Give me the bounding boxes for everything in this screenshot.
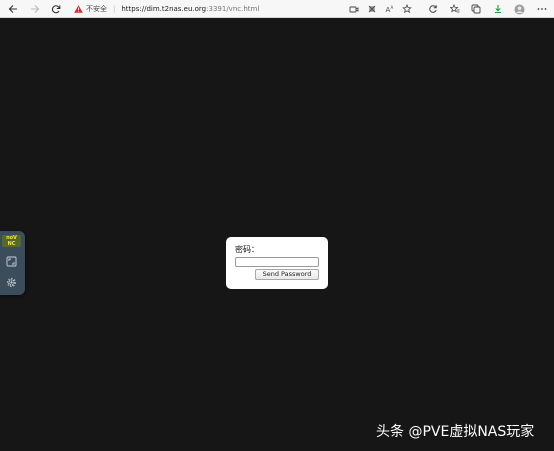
download-icon[interactable] bbox=[490, 1, 506, 17]
url-host: https://dim.t2nas.eu.org bbox=[121, 5, 207, 13]
more-menu-icon[interactable] bbox=[534, 1, 550, 17]
address-separator: | bbox=[113, 5, 116, 13]
watermark-text: 头条 @PVE虚拟NAS玩家 bbox=[376, 424, 535, 440]
password-label: 密码： bbox=[235, 245, 259, 254]
forward-arrow-icon[interactable] bbox=[27, 1, 43, 17]
address-bar[interactable]: 不安全 | https://dim.t2nas.eu.org:3391/vnc.… bbox=[74, 2, 259, 16]
security-status-label: 不安全 bbox=[86, 5, 107, 13]
url-path: :3391/vnc.html bbox=[206, 5, 260, 13]
browser-toolbar: 不安全 | https://dim.t2nas.eu.org:3391/vnc.… bbox=[0, 0, 554, 18]
read-aloud-icon[interactable] bbox=[346, 1, 362, 17]
password-input[interactable] bbox=[235, 257, 319, 267]
profile-avatar-icon[interactable] bbox=[511, 1, 527, 17]
refresh-page-icon[interactable] bbox=[425, 1, 441, 17]
novnc-logo: noV NC bbox=[2, 235, 21, 247]
favorites-icon[interactable] bbox=[447, 1, 463, 17]
read-mode-icon[interactable]: AA bbox=[382, 1, 398, 17]
password-dialog: 密码： Send Password bbox=[226, 237, 328, 289]
send-password-button[interactable]: Send Password bbox=[255, 269, 319, 280]
fullscreen-icon bbox=[6, 256, 16, 266]
gear-icon bbox=[6, 277, 16, 287]
novnc-control-bar: noV NC bbox=[0, 231, 25, 295]
svg-text:A: A bbox=[391, 5, 394, 10]
fullscreen-button[interactable] bbox=[4, 254, 18, 268]
reload-icon[interactable] bbox=[48, 1, 64, 17]
collections-icon[interactable] bbox=[468, 1, 484, 17]
back-arrow-icon[interactable] bbox=[5, 1, 21, 17]
settings-button[interactable] bbox=[4, 275, 18, 289]
logo-text-bottom: NC bbox=[7, 241, 16, 247]
extensions-grid-icon[interactable] bbox=[364, 1, 380, 17]
warning-triangle-icon bbox=[74, 5, 83, 13]
favorite-add-icon[interactable] bbox=[399, 1, 415, 17]
